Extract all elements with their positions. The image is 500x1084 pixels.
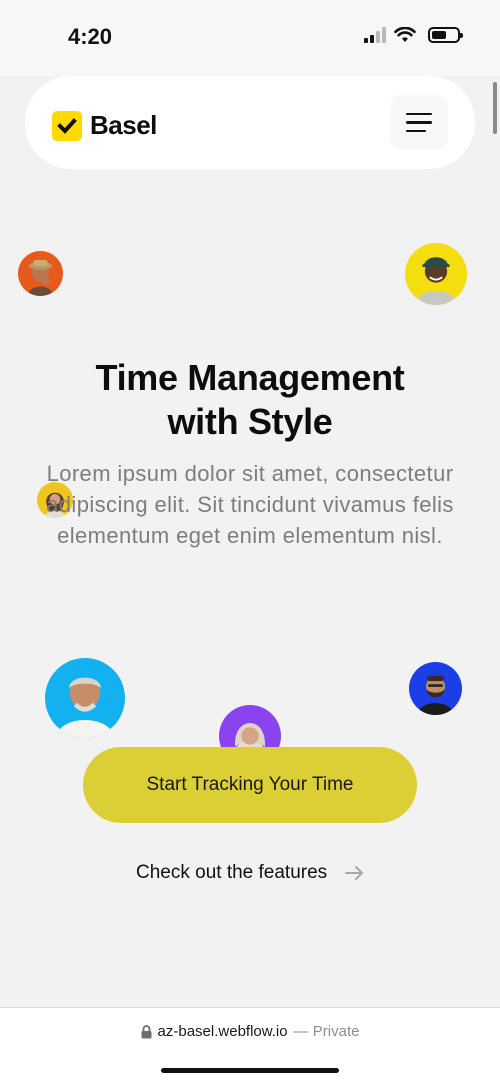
hero-title: Time Management with Style <box>0 356 500 444</box>
arrow-right-icon <box>345 866 364 880</box>
scrollbar[interactable] <box>493 82 497 134</box>
url-row[interactable]: az-basel.webflow.io — Private <box>0 1023 500 1040</box>
checkmark-icon <box>52 110 82 141</box>
hero-description: Lorem ipsum dolor sit amet, consectetur … <box>46 461 454 548</box>
wifi-icon <box>394 27 416 42</box>
logo-text: Basel <box>90 110 157 140</box>
avatar-yellow <box>405 243 467 305</box>
status-bar: 4:20 <box>0 0 500 76</box>
hero-title-line-1: Time Management <box>95 357 405 398</box>
url-domain: az-basel.webflow.io <box>157 1023 288 1040</box>
avatar-blue <box>45 658 125 738</box>
hamburger-menu-icon[interactable] <box>390 95 448 150</box>
check-features-link[interactable]: Check out the features <box>136 862 365 884</box>
status-icons <box>364 27 463 43</box>
browser-address-bar[interactable]: az-basel.webflow.io — Private <box>0 1007 500 1084</box>
lock-icon <box>141 1024 152 1038</box>
battery-icon <box>428 27 463 43</box>
status-time: 4:20 <box>68 24 113 49</box>
url-private-label: — Private <box>293 1023 360 1040</box>
avatar-navy <box>409 662 462 715</box>
navbar: Basel <box>25 76 475 169</box>
home-indicator[interactable] <box>161 1068 339 1073</box>
avatar-orange <box>18 251 63 296</box>
signal-icon <box>364 27 386 43</box>
hero-title-line-2: with Style <box>167 401 333 442</box>
features-link-label: Check out the features <box>136 862 328 883</box>
logo[interactable]: Basel <box>52 110 157 141</box>
start-tracking-button[interactable]: Start Tracking Your Time <box>83 747 417 823</box>
